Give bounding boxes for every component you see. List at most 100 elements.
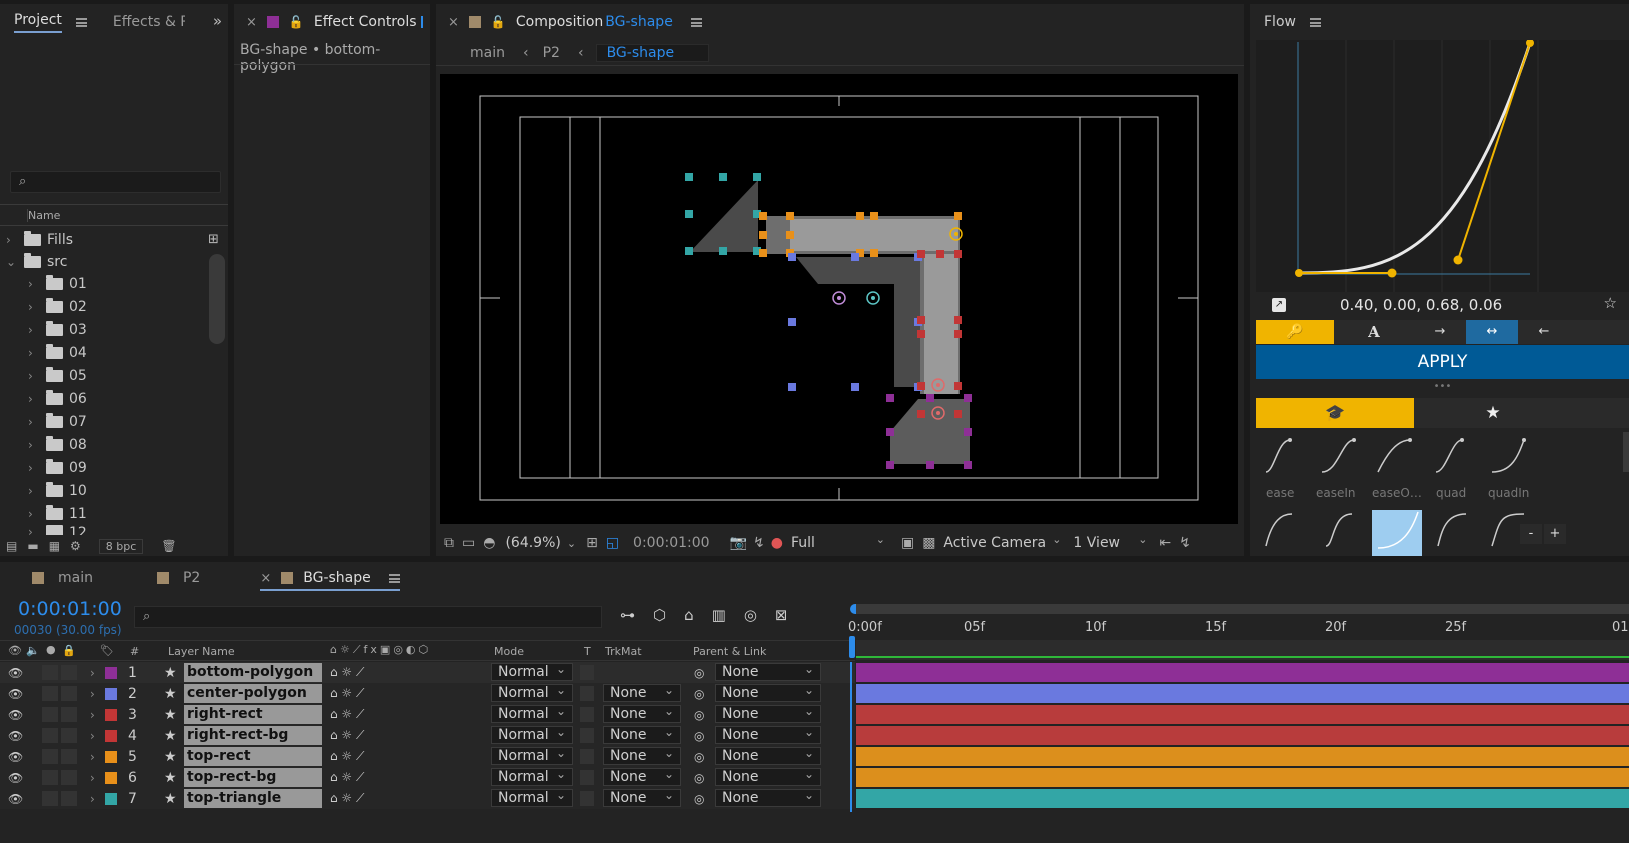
current-timecode[interactable]: 0:00:01:00 [18,598,122,620]
eye-icon[interactable]: 👁 [8,729,23,743]
list-item[interactable]: › 08 [0,433,87,456]
tab-effect-controls[interactable]: × 🔓 Effect Controls [234,4,430,40]
layer-switches[interactable]: ⌂ ☼ ⟋ [330,686,364,701]
layer-switches[interactable]: ⌂ ☼ ⟋ [330,749,364,764]
label-swatch[interactable] [105,792,117,805]
mode-dropdown[interactable]: Normal [491,682,573,702]
list-item[interactable]: › 04 [0,341,87,364]
frame-blending-icon[interactable]: ▥ [712,606,726,628]
label-swatch[interactable] [105,687,117,700]
menu-icon[interactable] [690,17,702,27]
parent-dropdown[interactable]: None [715,787,821,807]
snapshot-icon[interactable]: 📷 [730,535,747,551]
grid-icon[interactable]: ⊞ [586,535,598,551]
list-item[interactable]: › 10 [0,479,87,502]
menu-icon[interactable] [75,17,87,27]
motion-blur-icon[interactable]: ◎ [744,606,757,628]
arrow-both-icon[interactable]: ↔ [1466,320,1518,344]
eye-icon[interactable]: 👁 [8,750,23,764]
tab-effects-presets[interactable]: Effects & Pre [97,4,195,40]
work-area-bar[interactable] [850,604,1629,614]
preset-easein[interactable] [1318,436,1358,486]
audio-icon[interactable]: 🔈 [26,644,40,657]
list-item[interactable]: › 05 [0,364,87,387]
trkmat-dropdown[interactable]: None [603,724,681,744]
star-icon[interactable]: ☆ [1604,294,1617,312]
tab-bg-shape[interactable]: × BG-shape [260,570,400,591]
expand-chevron-icon[interactable]: › [90,729,102,743]
list-item[interactable]: › 09 [0,456,87,479]
presets-tab[interactable]: 🎓 [1256,398,1414,428]
layer-name[interactable]: center-polygon [184,684,322,703]
mode-dropdown[interactable]: Normal [491,745,573,765]
menu-icon[interactable] [388,573,400,583]
zoom-minus-button[interactable]: - [1520,524,1542,544]
trkmat-dropdown[interactable]: None [603,787,681,807]
preset-6[interactable] [1262,510,1302,556]
preset-easeout[interactable] [1374,436,1414,486]
expand-chevron-icon[interactable]: › [90,666,102,680]
table-row[interactable]: 👁 › 1 ★ bottom-polygon ⌂ ☼ ⟋ Normal ◎ No… [0,661,855,683]
zoom-plus-button[interactable]: + [1544,524,1566,544]
parent-dropdown[interactable]: None [715,766,821,786]
list-item[interactable]: › 02 [0,295,87,318]
chevron-down-icon[interactable]: ⌄ [567,537,576,550]
region-of-interest-icon[interactable]: ▣ [901,535,914,551]
layer-name[interactable]: right-rect [184,705,322,724]
layer-duration-bar-1[interactable] [856,663,1629,682]
interpret-footage-icon[interactable]: ▤ [6,539,17,553]
arrow-left-icon[interactable]: ← [1518,320,1570,344]
breadcrumb-item-main[interactable]: main [470,45,505,61]
draft-3d-icon[interactable]: ⬡ [653,606,666,628]
pickwhip-icon[interactable]: ◎ [694,792,704,806]
current-time-indicator[interactable] [850,662,852,812]
mode-dropdown[interactable]: Normal [491,787,573,807]
parent-dropdown[interactable]: None [715,745,821,765]
tab-project[interactable]: Project [0,4,97,40]
key-mode-button[interactable]: 🔑 [1256,320,1334,344]
expand-chevron-icon[interactable]: › [90,687,102,701]
text-mode-button[interactable]: A [1334,320,1414,344]
eye-icon[interactable]: 👁 [8,687,23,701]
list-item[interactable]: › Fills [0,228,73,251]
comp-viewer[interactable] [440,74,1238,524]
layer-name[interactable]: bottom-polygon [184,663,322,682]
arrow-right-icon[interactable]: → [1414,320,1466,344]
layer-duration-bar-2[interactable] [856,684,1629,703]
list-item[interactable]: ⌄ src [0,250,67,273]
tab-composition[interactable]: × 🔓 Composition BG-shape [436,4,712,40]
mode-dropdown[interactable]: Normal [491,661,573,681]
expand-icon[interactable]: ↗ [1272,298,1286,312]
trkmat-dropdown[interactable]: None [603,745,681,765]
expand-chevron-icon[interactable]: › [90,792,102,806]
always-preview-icon[interactable]: ⧉ [444,535,454,551]
tab-flow[interactable]: Flow [1250,4,1331,40]
playhead-marker[interactable] [849,636,855,658]
mask-icon[interactable]: ◓ [483,535,495,551]
preset-9[interactable] [1432,510,1472,556]
layer-name[interactable]: top-rect [184,747,322,766]
trkmat-dropdown[interactable]: None [603,766,681,786]
apply-button[interactable]: APPLY [1256,345,1629,379]
label-swatch[interactable] [105,750,117,763]
label-swatch[interactable] [105,666,117,679]
pickwhip-icon[interactable]: ◎ [694,750,704,764]
favorites-tab[interactable]: ★ [1414,398,1572,428]
menu-icon[interactable] [1309,17,1321,27]
close-icon[interactable]: × [246,15,257,30]
label-swatch[interactable] [105,729,117,742]
label-swatch[interactable] [105,771,117,784]
layer-duration-bar-7[interactable] [856,789,1629,808]
transparency-grid-icon[interactable]: ◱ [606,535,619,551]
shy-layers-icon[interactable]: ⌂ [684,606,694,628]
preserve-transparency-checkbox[interactable] [580,686,594,701]
layer-duration-bar-6[interactable] [856,768,1629,787]
show-snapshot-icon[interactable]: ↯ [753,535,765,551]
views-dropdown[interactable]: 1 View ⌄ [1073,533,1153,551]
layer-name[interactable]: top-triangle [184,789,322,808]
trkmat-dropdown[interactable]: None [603,703,681,723]
list-item[interactable]: › 03 [0,318,87,341]
layer-name[interactable]: top-rect-bg [184,768,322,787]
preserve-transparency-checkbox[interactable] [580,770,594,785]
close-icon[interactable]: × [260,571,271,586]
